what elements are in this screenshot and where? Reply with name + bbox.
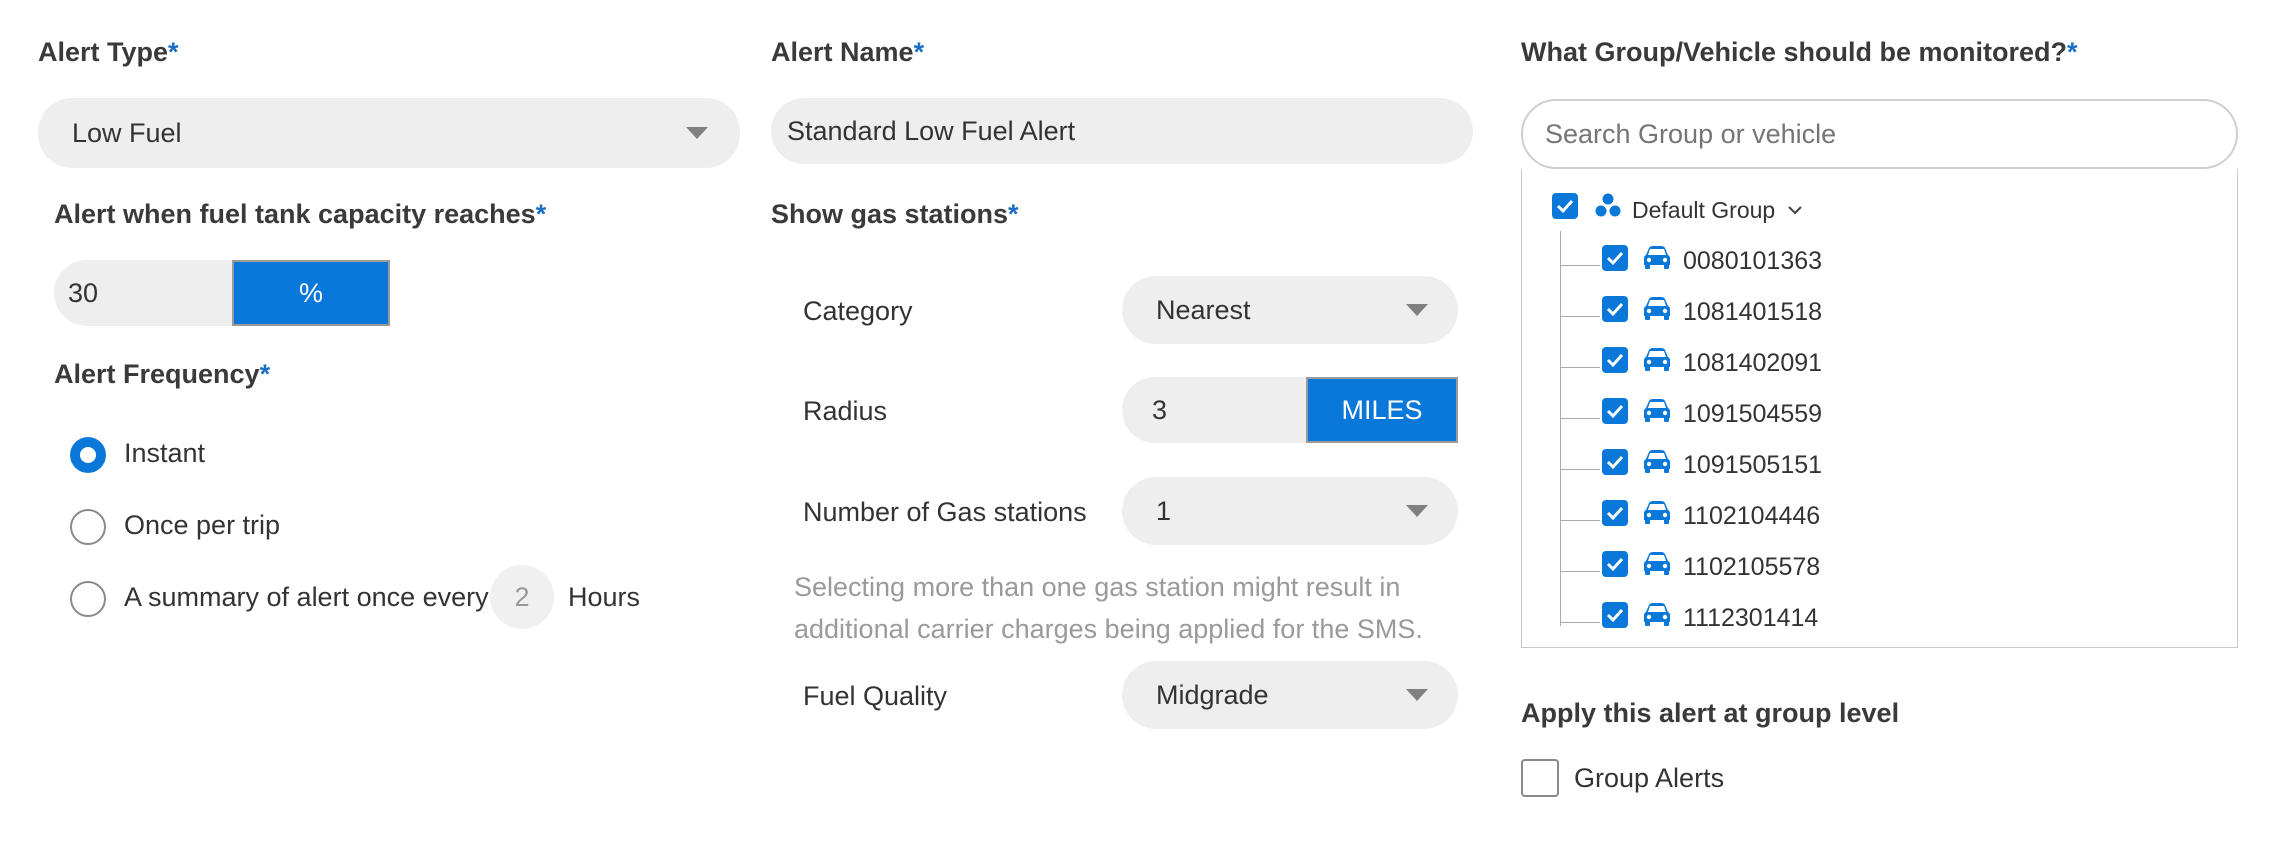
tree-connector bbox=[1560, 571, 1600, 572]
car-icon bbox=[1642, 448, 1672, 479]
alert-name-label: Alert Name* bbox=[771, 37, 924, 68]
required-mark: * bbox=[535, 199, 547, 229]
frequency-label: Alert Frequency* bbox=[54, 359, 270, 390]
chevron-down-icon bbox=[686, 127, 708, 139]
radio-instant[interactable] bbox=[70, 437, 106, 473]
fuel-quality-value: Midgrade bbox=[1156, 679, 1269, 710]
radius-value: 3 bbox=[1152, 394, 1168, 425]
percent-unit-button[interactable]: % bbox=[232, 260, 390, 326]
chevron-down-icon[interactable] bbox=[1787, 203, 1803, 221]
alert-name-value: Standard Low Fuel Alert bbox=[787, 115, 1076, 146]
radius-input[interactable]: 3 bbox=[1122, 377, 1332, 443]
tree-connector bbox=[1560, 622, 1600, 623]
tree-connector bbox=[1560, 418, 1600, 419]
frequency-label-text: Alert Frequency bbox=[54, 359, 260, 389]
car-icon bbox=[1642, 244, 1672, 275]
car-icon bbox=[1642, 295, 1672, 326]
tree-connector bbox=[1560, 469, 1600, 470]
radius-label: Radius bbox=[803, 396, 888, 426]
vehicle-id[interactable]: 1081401518 bbox=[1683, 298, 1822, 327]
required-mark: * bbox=[259, 359, 271, 389]
alert-name-input[interactable]: Standard Low Fuel Alert bbox=[771, 98, 1473, 164]
percent-unit-label: % bbox=[298, 277, 323, 308]
vehicle-checkbox[interactable] bbox=[1602, 347, 1628, 373]
vehicle-checkbox[interactable] bbox=[1602, 500, 1628, 526]
miles-unit-button[interactable]: MILES bbox=[1306, 377, 1458, 443]
radio-instant-label[interactable]: Instant bbox=[124, 438, 205, 469]
vehicle-id[interactable]: 1091505151 bbox=[1683, 451, 1822, 480]
fuel-quality-label: Fuel Quality bbox=[803, 681, 948, 711]
alert-type-select[interactable]: Low Fuel bbox=[38, 98, 740, 168]
category-select[interactable]: Nearest bbox=[1122, 276, 1458, 344]
group-level-label: Apply this alert at group level bbox=[1521, 698, 1900, 728]
station-count-value: 1 bbox=[1156, 495, 1172, 526]
alert-type-label: Alert Type* bbox=[38, 37, 179, 68]
radio-summary-label[interactable]: A summary of alert once every bbox=[124, 582, 489, 613]
hours-label: Hours bbox=[568, 582, 641, 612]
car-icon bbox=[1642, 397, 1672, 428]
sms-charge-note: Selecting more than one gas station migh… bbox=[794, 566, 1423, 650]
chevron-down-icon bbox=[1406, 505, 1428, 517]
vehicle-checkbox[interactable] bbox=[1602, 398, 1628, 424]
vehicle-id[interactable]: 1091504559 bbox=[1683, 400, 1822, 429]
alert-type-label-text: Alert Type bbox=[38, 37, 169, 67]
car-icon bbox=[1642, 550, 1672, 581]
vehicle-id[interactable]: 1102104446 bbox=[1683, 502, 1820, 531]
station-count-select[interactable]: 1 bbox=[1122, 477, 1458, 545]
vehicle-tree-panel[interactable]: Default Group 0080101363 1081401518 108140… bbox=[1521, 169, 2238, 648]
required-mark: * bbox=[168, 37, 179, 67]
vehicle-checkbox[interactable] bbox=[1602, 449, 1628, 475]
tree-connector bbox=[1560, 520, 1600, 521]
vehicle-search-input[interactable] bbox=[1521, 99, 2238, 169]
chevron-down-icon bbox=[1406, 304, 1428, 316]
tree-connector bbox=[1560, 231, 1561, 626]
required-mark: * bbox=[1008, 199, 1019, 229]
required-mark: * bbox=[2067, 37, 2078, 67]
vehicle-id[interactable]: 0080101363 bbox=[1683, 247, 1822, 276]
alert-type-value: Low Fuel bbox=[72, 117, 182, 148]
tree-connector bbox=[1560, 316, 1600, 317]
monitor-label-text: What Group/Vehicle should be monitored? bbox=[1521, 37, 2068, 67]
chevron-down-icon bbox=[1406, 689, 1428, 701]
group-name[interactable]: Default Group bbox=[1632, 197, 1775, 224]
car-icon bbox=[1642, 601, 1672, 632]
miles-unit-label: MILES bbox=[1341, 394, 1423, 425]
sms-charge-note-line2: additional carrier charges being applied… bbox=[794, 614, 1423, 644]
hours-value: 2 bbox=[514, 581, 530, 612]
sms-charge-note-line1: Selecting more than one gas station migh… bbox=[794, 572, 1401, 602]
capacity-value: 30 bbox=[68, 277, 99, 308]
group-alerts-label[interactable]: Group Alerts bbox=[1574, 763, 1724, 794]
radio-summary[interactable] bbox=[70, 581, 106, 617]
vehicle-id[interactable]: 1102105578 bbox=[1683, 553, 1820, 582]
tree-connector bbox=[1560, 367, 1600, 368]
alert-name-label-text: Alert Name bbox=[771, 37, 914, 67]
fuel-quality-select[interactable]: Midgrade bbox=[1122, 661, 1458, 729]
tree-connector bbox=[1560, 265, 1600, 266]
vehicle-checkbox[interactable] bbox=[1602, 296, 1628, 322]
vehicle-checkbox[interactable] bbox=[1602, 551, 1628, 577]
capacity-label-text: Alert when fuel tank capacity reaches bbox=[54, 199, 536, 229]
hours-input[interactable]: 2 bbox=[490, 565, 554, 629]
group-icon bbox=[1594, 193, 1622, 219]
station-count-label: Number of Gas stations bbox=[803, 497, 1087, 527]
gas-stations-label-text: Show gas stations bbox=[771, 199, 1009, 229]
radio-once-per-trip-label[interactable]: Once per trip bbox=[124, 510, 280, 541]
vehicle-checkbox[interactable] bbox=[1602, 602, 1628, 628]
monitor-label: What Group/Vehicle should be monitored?* bbox=[1521, 37, 2078, 68]
gas-stations-label: Show gas stations* bbox=[771, 199, 1019, 230]
category-label: Category bbox=[803, 296, 913, 326]
capacity-label: Alert when fuel tank capacity reaches* bbox=[54, 199, 546, 230]
category-value: Nearest bbox=[1156, 294, 1251, 325]
car-icon bbox=[1642, 346, 1672, 377]
group-alerts-checkbox[interactable] bbox=[1521, 759, 1559, 797]
vehicle-checkbox[interactable] bbox=[1602, 245, 1628, 271]
required-mark: * bbox=[913, 37, 925, 67]
car-icon bbox=[1642, 499, 1672, 530]
vehicle-id[interactable]: 1081402091 bbox=[1683, 349, 1822, 378]
radio-once-per-trip[interactable] bbox=[70, 509, 106, 545]
group-checkbox[interactable] bbox=[1552, 193, 1578, 219]
vehicle-id[interactable]: 1112301414 bbox=[1683, 604, 1818, 633]
